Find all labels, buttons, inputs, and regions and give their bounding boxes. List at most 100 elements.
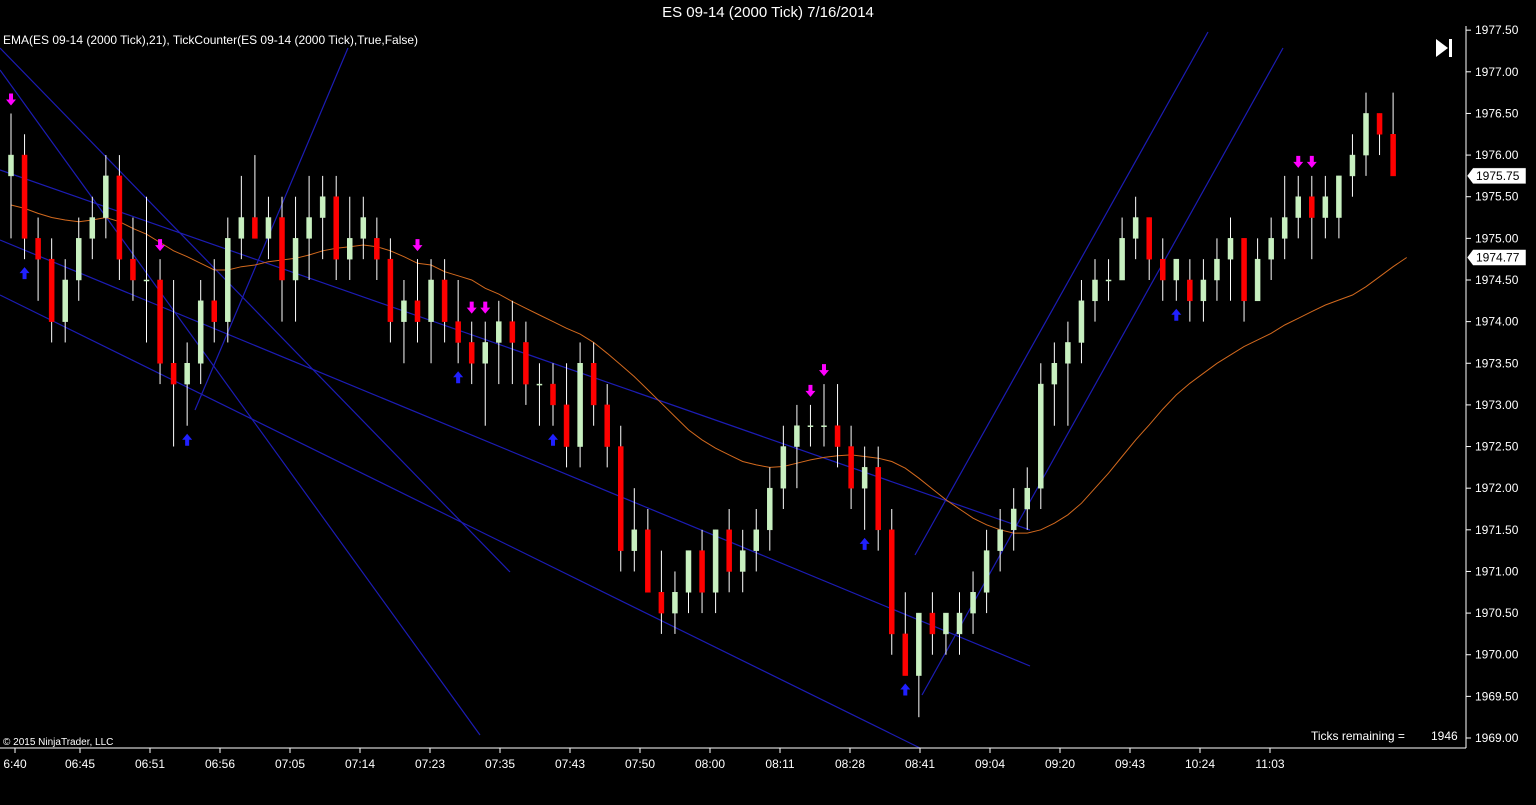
candle-body	[1309, 196, 1315, 218]
candle-body	[170, 363, 177, 385]
candle-body	[590, 363, 597, 406]
x-tick-label: 06:51	[135, 757, 165, 771]
candle-body	[8, 154, 14, 177]
x-tick-label: 08:41	[905, 757, 935, 771]
candle-body	[685, 550, 692, 593]
candle-body	[875, 467, 881, 531]
candle-body	[536, 383, 543, 386]
ticks-remaining-value: 1946	[1431, 729, 1458, 743]
candle-body	[1200, 279, 1207, 302]
price-tags: 1975.75 1974.77	[1466, 167, 1527, 266]
candle-body	[333, 196, 339, 260]
candle-body	[1336, 175, 1342, 218]
candle-body	[834, 425, 841, 447]
candle-body	[1281, 217, 1288, 239]
sell-signal-arrow	[480, 301, 491, 314]
candle-body	[387, 258, 394, 322]
candle-body	[970, 592, 976, 614]
candle-body	[821, 425, 827, 427]
candle-body	[1390, 134, 1396, 177]
indicator-label: EMA(ES 09-14 (2000 Tick),21), TickCounte…	[3, 33, 419, 47]
sell-signal-arrow	[412, 239, 423, 252]
trendline	[0, 69, 481, 736]
y-tick-label: 1975.00	[1475, 231, 1519, 245]
x-tick-label: 6:40	[3, 757, 27, 771]
candle-body	[1092, 279, 1098, 302]
sell-signal-arrow	[1306, 155, 1317, 168]
candle-body	[767, 487, 773, 531]
trendline	[194, 47, 349, 411]
candle-body	[1363, 113, 1369, 156]
candle-body	[76, 238, 82, 281]
sell-signal-arrow	[6, 93, 16, 106]
x-tick-label: 09:04	[975, 757, 1005, 771]
candle-body	[794, 425, 800, 447]
y-tick-label: 1976.00	[1475, 148, 1519, 162]
candle-body	[1119, 238, 1125, 281]
candle-body	[157, 279, 163, 364]
candle-body	[468, 342, 475, 364]
candle-body	[428, 279, 434, 322]
ticks-remaining-label: Ticks remaining =	[1311, 729, 1405, 743]
price-chart[interactable]: 1977.501977.001976.501976.001975.501975.…	[0, 0, 1536, 805]
candle-body	[1038, 383, 1044, 489]
candle-body	[1105, 279, 1112, 282]
candle-body	[292, 238, 299, 281]
candle-body	[997, 529, 1003, 551]
x-tick-label: 06:45	[65, 757, 95, 771]
candle-body	[1187, 279, 1193, 302]
ema-price-tag: 1974.77	[1466, 249, 1527, 266]
skip-to-end-icon	[1436, 39, 1452, 57]
candle-body	[238, 217, 245, 239]
y-tick-label: 1976.50	[1475, 106, 1519, 120]
candle-body	[143, 279, 150, 282]
candle-body	[780, 446, 787, 489]
candle-body	[672, 592, 678, 614]
x-tick-label: 06:56	[205, 757, 235, 771]
buy-signal-arrow	[900, 683, 911, 696]
candle-body	[1241, 238, 1247, 302]
x-tick-label: 07:50	[625, 757, 655, 771]
x-tick-label: 07:05	[275, 757, 305, 771]
copyright-text: © 2015 NinjaTrader, LLC	[3, 737, 114, 748]
candle-body	[252, 217, 258, 239]
trendline	[914, 31, 1209, 556]
x-tick-label: 08:28	[835, 757, 865, 771]
candle-body	[401, 300, 407, 322]
candle-body	[1254, 258, 1261, 302]
buy-signal-arrow	[19, 267, 30, 280]
candle-body	[523, 342, 529, 385]
trendlines-layer	[0, 31, 1284, 749]
buy-signal-arrow	[548, 433, 558, 446]
candle-body	[225, 238, 231, 322]
candle-body	[1227, 238, 1234, 260]
ema-layer	[10, 204, 1407, 534]
candle-body	[103, 175, 109, 218]
candle-body	[807, 425, 814, 427]
sell-signal-arrow	[155, 239, 166, 252]
skip-to-end-button[interactable]	[1432, 36, 1456, 60]
candle-body	[916, 612, 922, 676]
sell-signal-arrow	[805, 384, 816, 397]
y-tick-label: 1975.50	[1475, 190, 1519, 204]
candle-body	[509, 321, 516, 343]
y-tick-label: 1974.50	[1475, 273, 1519, 287]
y-tick-label: 1969.50	[1475, 689, 1519, 703]
candle-body	[21, 154, 28, 239]
candle-body	[1010, 508, 1017, 531]
trendline	[921, 47, 1284, 696]
candle-body	[1132, 217, 1139, 239]
candle-body	[726, 529, 732, 572]
candle-body	[1214, 258, 1220, 281]
candle-body	[197, 300, 204, 364]
y-tick-label: 1973.50	[1475, 356, 1519, 370]
candle-body	[1160, 258, 1166, 281]
candle-body	[1051, 363, 1058, 385]
candle-body	[604, 404, 610, 447]
x-tick-label: 09:20	[1045, 757, 1075, 771]
candle-body	[441, 279, 448, 322]
candle-body	[184, 363, 190, 385]
x-tick-label: 10:24	[1185, 757, 1215, 771]
y-tick-label: 1971.00	[1475, 564, 1519, 578]
candle-body	[374, 238, 380, 260]
